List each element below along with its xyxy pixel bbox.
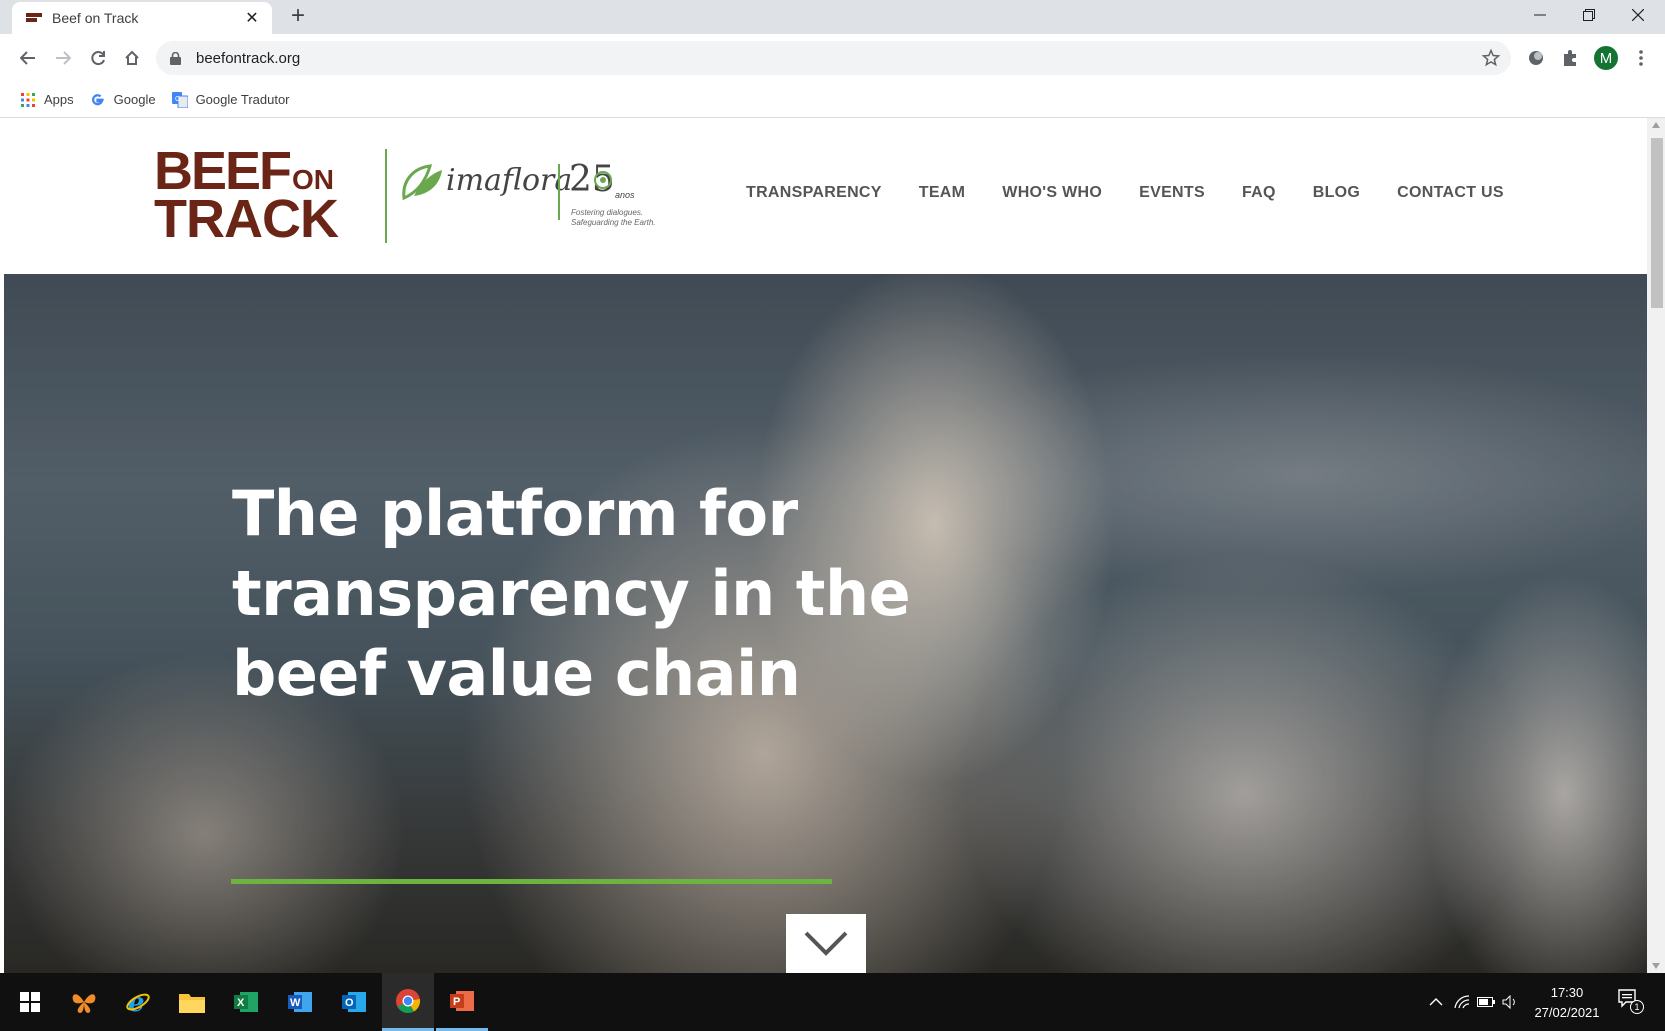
volume-icon[interactable] [1500,991,1520,1013]
tab-strip: Beef on Track ✕ + [0,0,1665,34]
nav-events[interactable]: EVENTS [1139,184,1205,202]
forward-button[interactable] [49,44,77,72]
nav-whos-who[interactable]: WHO'S WHO [1002,184,1102,202]
tab-title: Beef on Track [52,10,139,26]
scroll-down-button[interactable] [786,914,866,973]
browser-tab[interactable]: Beef on Track ✕ [12,2,272,34]
webpage-viewport: BEEFON TRACK imaflora 25 anos Fostering … [4,118,1647,973]
imaflora-logo[interactable]: imaflora [400,160,572,200]
bookmarks-bar: Apps Google G Google Tradutor [0,82,1665,118]
file-explorer-icon[interactable] [166,973,218,1031]
partner-divider [558,164,560,220]
bookmark-star-icon[interactable] [1481,48,1501,73]
internet-explorer-icon[interactable]: e [112,973,164,1031]
close-window-button[interactable] [1615,0,1661,30]
reload-button[interactable] [84,44,112,72]
site-header: BEEFON TRACK imaflora 25 anos Fostering … [4,118,1647,274]
imaflora-leaf-icon [402,164,442,200]
svg-text:X: X [237,997,245,1009]
apps-grid-icon [20,92,36,108]
logo-divider [385,149,387,243]
lock-icon [168,51,182,65]
nav-faq[interactable]: FAQ [1242,184,1276,202]
powerpoint-icon[interactable]: P [436,973,488,1031]
main-navigation: TRANSPARENCY TEAM WHO'S WHO EVENTS FAQ B… [746,184,1541,202]
bookmark-google-tradutor[interactable]: G Google Tradutor [171,91,290,108]
url-text: beefontrack.org [196,49,301,67]
logo-track-word: TRACK [154,189,339,249]
google-translate-icon: G [171,91,188,108]
chevron-down-icon [804,931,848,956]
bookmark-label: Apps [44,92,74,107]
clock-time: 17:30 [1550,985,1584,1000]
imaflora-wordmark: imaflora [446,162,573,198]
word-icon[interactable]: W [274,973,326,1031]
wifi-icon[interactable] [1452,991,1472,1013]
excel-icon[interactable]: X [220,973,272,1031]
show-hidden-icons-chevron-icon[interactable] [1426,991,1446,1013]
hero-underline [231,879,832,884]
hero-title: The platform for transparency in the bee… [232,477,911,710]
browser-toolbar: beefontrack.org M [0,34,1665,82]
bookmark-apps[interactable]: Apps [20,92,74,108]
battery-icon[interactable] [1476,991,1496,1013]
windows-taskbar: e X W O P 17:30 27/02/2021 1 [0,973,1665,1031]
windows-logo-icon [20,992,40,1012]
action-center-button[interactable]: 1 [1618,988,1646,1016]
bookmark-label: Google [113,92,156,107]
extension-icon[interactable] [1523,45,1549,71]
nav-team[interactable]: TEAM [919,184,966,202]
butterfly-app-icon[interactable] [58,973,110,1031]
google-icon [90,92,106,108]
start-button[interactable] [4,973,56,1031]
chrome-taskbar-icon[interactable] [382,973,434,1031]
address-bar[interactable]: beefontrack.org [156,41,1511,75]
back-button[interactable] [14,44,42,72]
scroll-down-arrow-icon[interactable] [1652,963,1660,969]
beef-on-track-logo[interactable]: BEEFON TRACK [154,144,364,249]
browser-menu-icon[interactable] [1628,45,1654,71]
nav-contact-us[interactable]: CONTACT US [1397,184,1504,202]
beef-on-track-favicon-icon [26,12,42,24]
hero-banner: The platform for transparency in the bee… [4,274,1647,973]
system-clock[interactable]: 17:30 27/02/2021 [1522,983,1612,1023]
svg-text:G: G [175,96,180,103]
nav-blog[interactable]: BLOG [1313,184,1360,202]
page-scrollbar[interactable] [1647,118,1665,973]
svg-text:O: O [345,997,354,1009]
svg-text:P: P [453,996,460,1008]
25-anos-badge: 25 anos Fostering dialogues. Safeguardin… [569,160,656,230]
minimize-button[interactable] [1517,0,1563,30]
new-tab-button[interactable]: + [286,4,310,29]
scrollbar-thumb[interactable] [1651,138,1663,308]
close-tab-icon[interactable]: ✕ [242,8,262,28]
home-button[interactable] [118,44,146,72]
nav-transparency[interactable]: TRANSPARENCY [746,184,882,202]
clock-date: 27/02/2021 [1534,1005,1600,1020]
notification-count-badge: 1 [1630,1000,1644,1014]
profile-avatar[interactable]: M [1594,46,1618,70]
bookmark-google[interactable]: Google [90,92,156,108]
extensions-puzzle-icon[interactable] [1557,45,1583,71]
bookmark-label: Google Tradutor [195,92,290,107]
flower-icon [594,171,612,189]
scroll-up-arrow-icon[interactable] [1652,122,1660,128]
restore-button[interactable] [1566,0,1612,30]
outlook-icon[interactable]: O [328,973,380,1031]
svg-text:W: W [290,997,301,1009]
imaflora-tagline: Fostering dialogues. Safeguarding the Ea… [571,208,656,227]
anniversary-label: anos [615,190,635,200]
